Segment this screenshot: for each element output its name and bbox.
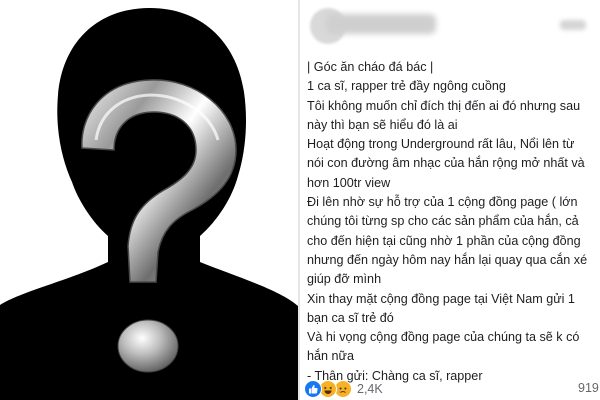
more-options-icon[interactable] — [560, 20, 586, 30]
like-icon[interactable] — [304, 380, 322, 398]
question-mark-dot — [117, 319, 179, 373]
post-line: hơn 100tr view — [307, 175, 391, 190]
silhouette-image — [0, 0, 298, 400]
post-header — [310, 4, 600, 48]
post-line: Xin thay mặt cộng đồng page tại Việt Nam… — [307, 291, 575, 306]
post-line: Đi lên nhờ sự hỗ trợ của 1 cộng đồng pag… — [307, 195, 578, 210]
post-text: | Góc ăn cháo đá bác | 1 ca sĩ, rapper t… — [307, 58, 600, 386]
post-line: Tôi không muốn chỉ đích thị đến ai đó nh… — [307, 98, 581, 113]
facebook-post: | Góc ăn cháo đá bác | 1 ca sĩ, rapper t… — [300, 0, 600, 400]
post-line: bạn ca sĩ trẻ đó — [307, 310, 394, 325]
reaction-count[interactable]: 2,4K — [357, 382, 383, 396]
post-line: chúng tôi từng sp cho các sản phẩm của h… — [307, 214, 579, 229]
post-line: 1 ca sĩ, rapper trẻ đầy ngông cuồng — [307, 79, 506, 94]
post-line: cho đến hiện tại cũng nhờ 1 phần của cộn… — [307, 233, 581, 248]
author-name-blurred[interactable] — [326, 14, 436, 34]
post-line: này thì bạn sẽ hiểu đó là ai — [307, 117, 458, 132]
post-line: nhưng đến ngày hôm nay hắn lại quay qua … — [307, 252, 588, 267]
post-line: Hoạt động trong Underground rất lâu, Nổi… — [307, 137, 575, 152]
post-line: | Góc ăn cháo đá bác | — [307, 60, 434, 74]
comment-count[interactable]: 919 — [578, 381, 600, 395]
post-line: nói con đường âm nhạc của hắn rộng mở nh… — [307, 156, 585, 171]
post-line: giúp đỡ mình — [307, 272, 382, 287]
post-line: hắn nữa — [307, 349, 354, 364]
question-mark-silhouette-graphic — [0, 8, 298, 400]
reactions-bar[interactable]: 2,4K — [304, 380, 383, 398]
post-line: Và hi vọng cộng đồng page của chúng ta s… — [307, 330, 580, 345]
